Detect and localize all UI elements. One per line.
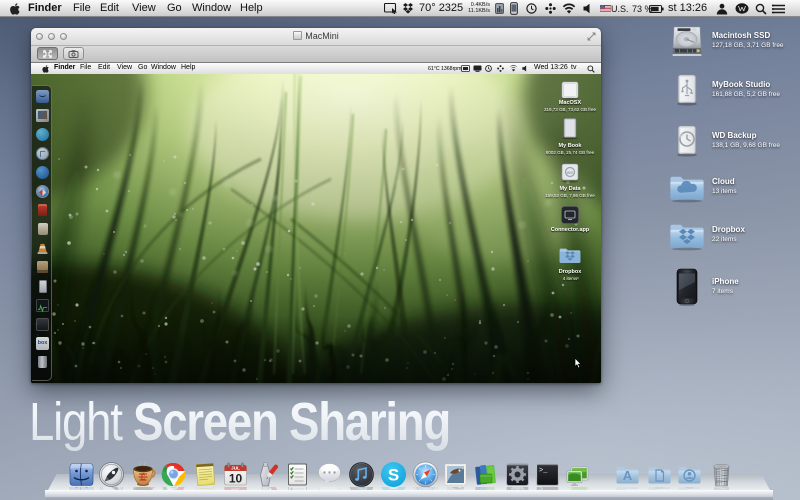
svg-text:WD: WD [567, 170, 574, 175]
svg-text:É: É [141, 473, 146, 481]
svg-text:10: 10 [229, 472, 243, 486]
svg-text:>_: >_ [539, 467, 548, 475]
svg-text:A: A [623, 468, 633, 483]
svg-text:JUL: JUL [231, 466, 240, 471]
svg-text:S: S [388, 466, 399, 485]
